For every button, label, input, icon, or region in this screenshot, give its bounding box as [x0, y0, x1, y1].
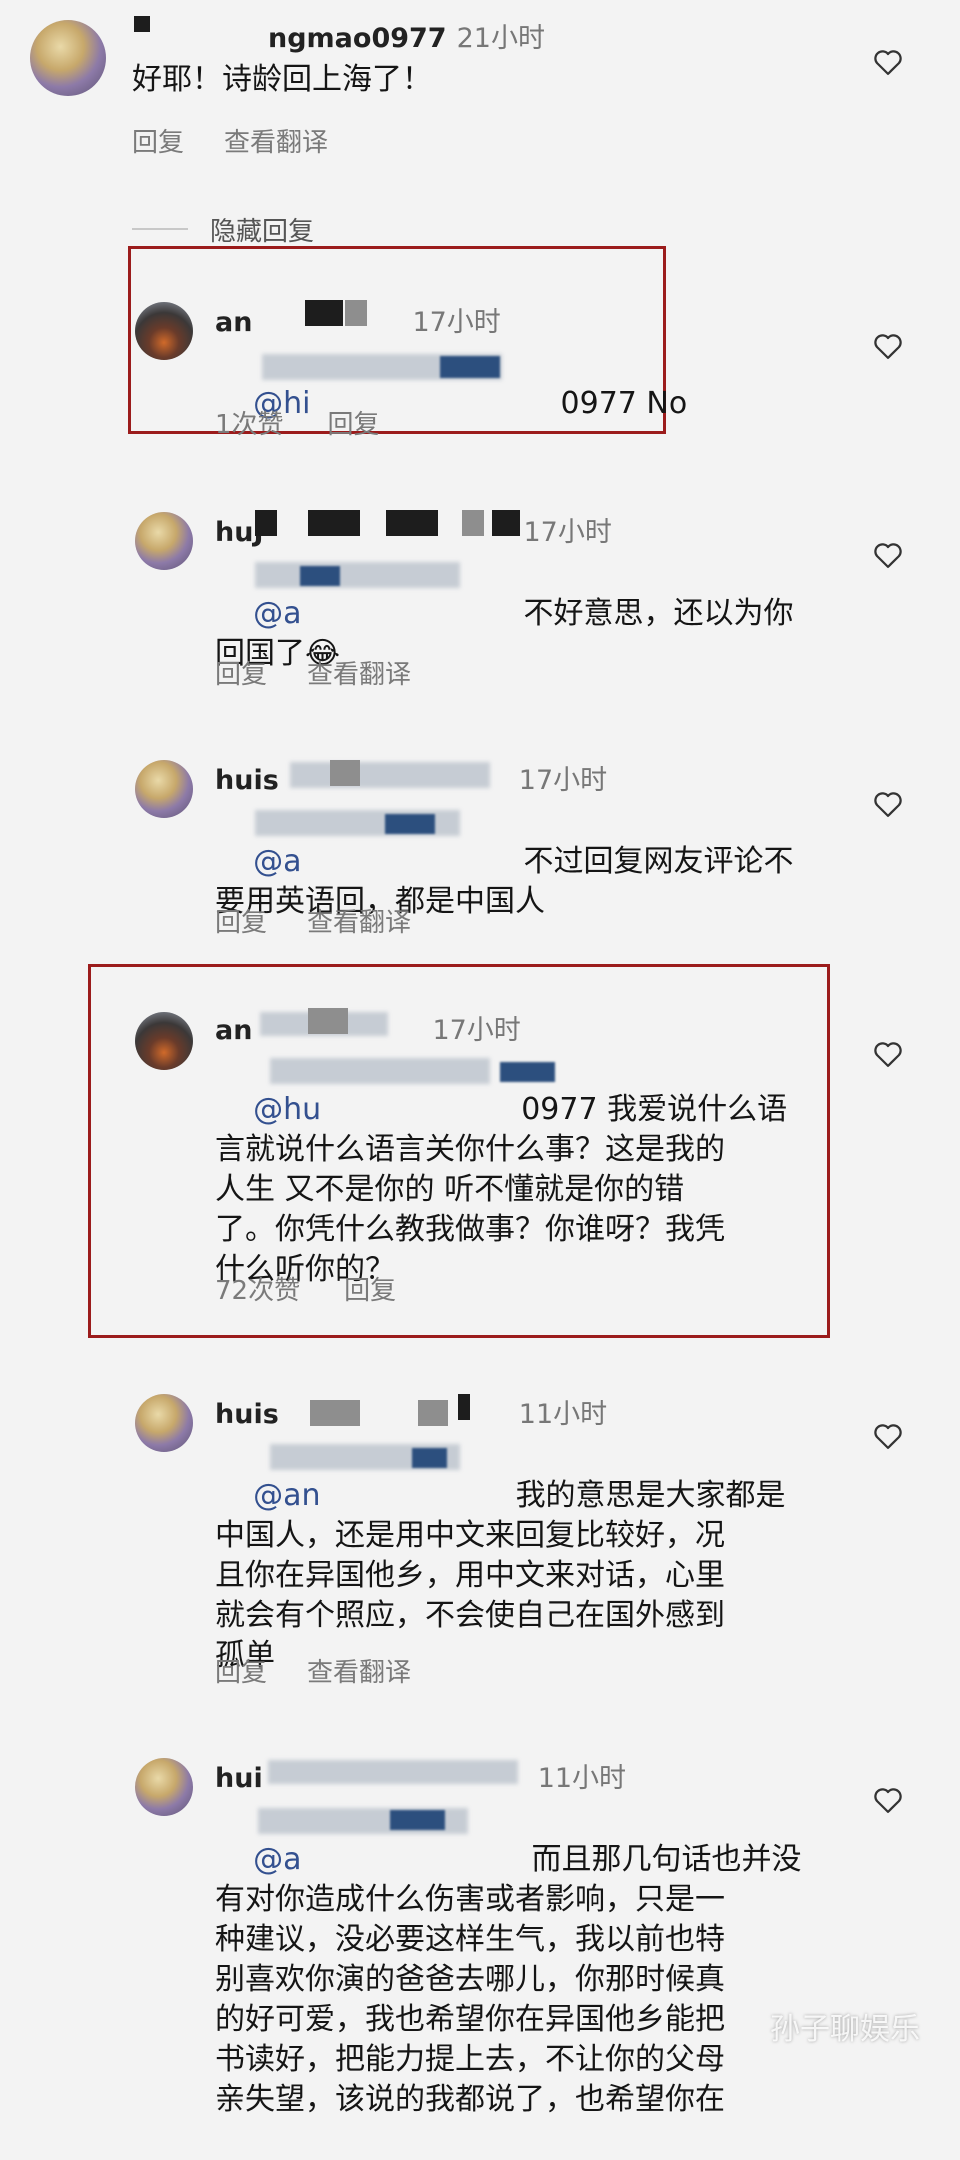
redacted-blur [300, 566, 340, 586]
redacted-block [330, 760, 360, 786]
redacted-block [462, 510, 484, 536]
redacted-blur [290, 762, 490, 788]
redacted-blur [500, 1062, 555, 1082]
redacted-block [418, 1400, 448, 1426]
comment-actions: 72次赞 回复 [215, 1270, 436, 1307]
avatar[interactable] [135, 1758, 193, 1816]
heart-icon[interactable] [873, 1786, 903, 1814]
heart-icon[interactable] [873, 1422, 903, 1450]
username-text[interactable]: ngmao0977 [268, 23, 447, 54]
heart-icon[interactable] [873, 541, 903, 569]
timestamp: 17小时 [518, 765, 608, 796]
redacted-block [345, 300, 367, 326]
comment-body: 0977 No [560, 386, 688, 421]
comment-actions: 回复 查看翻译 [132, 122, 368, 159]
comment-text: @a 而且那几句话也并没 有对你造成什么伤害或者影响，只是一 种建议，没必要这样生… [215, 1800, 802, 2160]
username-text[interactable]: hui [215, 1763, 263, 1794]
likes-count[interactable]: 1次赞 [215, 410, 284, 440]
timestamp: 17小时 [412, 307, 501, 338]
avatar[interactable] [135, 760, 193, 818]
watermark: 孙子聊娱乐 [770, 2012, 920, 2047]
username-text[interactable]: huis [215, 1399, 279, 1430]
reply-button[interactable]: 回复 [344, 1276, 396, 1306]
hide-replies-button[interactable]: 隐藏回复 [210, 211, 314, 248]
avatar[interactable] [135, 512, 193, 570]
redacted-blur [385, 814, 435, 834]
translate-button[interactable]: 查看翻译 [307, 908, 411, 938]
username[interactable]: huis 11小时 [215, 1392, 607, 1431]
timestamp: 17小时 [432, 1015, 521, 1046]
comment-actions: 回复 查看翻译 [215, 654, 451, 691]
redacted-blur [440, 356, 500, 378]
avatar[interactable] [135, 302, 193, 360]
comment-actions: 回复 查看翻译 [215, 902, 451, 939]
reply-button[interactable]: 回复 [328, 410, 380, 440]
redacted-block [255, 510, 277, 536]
redacted-block [310, 1400, 360, 1426]
redacted-blur [412, 1448, 447, 1468]
redacted-block [308, 510, 360, 536]
mention[interactable]: @an [253, 1478, 320, 1513]
likes-count[interactable]: 72次赞 [215, 1276, 300, 1306]
redacted-block [308, 1008, 348, 1034]
redacted-blur [270, 1058, 490, 1084]
heart-icon[interactable] [873, 332, 903, 360]
comment-body: 而且那几句话也并没 有对你造成什么伤害或者影响，只是一 种建议，没必要这样生气，… [215, 1842, 802, 2117]
avatar[interactable] [135, 1394, 193, 1452]
divider [132, 228, 188, 230]
heart-icon[interactable] [873, 790, 903, 818]
comment-text: 好耶！诗龄回上海了！ [132, 62, 432, 97]
heart-icon[interactable] [873, 48, 903, 76]
reply-button[interactable]: 回复 [215, 660, 267, 690]
redacted-block [458, 1394, 470, 1420]
avatar[interactable] [30, 20, 106, 96]
reply-button[interactable]: 回复 [132, 128, 184, 158]
redacted-blur [390, 1810, 445, 1830]
username-text[interactable]: huis [215, 765, 279, 796]
username-text[interactable]: an [215, 307, 252, 338]
redacted-block [386, 510, 438, 536]
avatar[interactable] [135, 1012, 193, 1070]
timestamp: 11小时 [537, 1763, 627, 1794]
redacted-block [305, 300, 343, 326]
reply-button[interactable]: 回复 [215, 908, 267, 938]
timestamp: 11小时 [518, 1399, 608, 1430]
redacted-block [492, 510, 520, 536]
mention[interactable]: @a [253, 1842, 301, 1877]
heart-icon[interactable] [873, 1040, 903, 1068]
mention[interactable]: @a [253, 596, 301, 631]
reply-button[interactable]: 回复 [215, 1658, 267, 1688]
mention[interactable]: @hu [253, 1092, 321, 1127]
redacted-blur [255, 562, 460, 588]
translate-button[interactable]: 查看翻译 [307, 1658, 411, 1688]
translate-button[interactable]: 查看翻译 [224, 128, 328, 158]
redacted-mark [134, 16, 150, 32]
redacted-blur [268, 1760, 518, 1784]
comment-actions: 回复 查看翻译 [215, 1652, 451, 1689]
username-text[interactable]: an [215, 1015, 252, 1046]
timestamp: 17小时 [523, 517, 612, 548]
timestamp: 21小时 [456, 23, 545, 54]
translate-button[interactable]: 查看翻译 [307, 660, 411, 690]
comment-actions: 1次赞 回复 [215, 404, 420, 441]
username[interactable]: ngmao0977 21小时 [268, 16, 545, 55]
mention[interactable]: @a [253, 844, 301, 879]
